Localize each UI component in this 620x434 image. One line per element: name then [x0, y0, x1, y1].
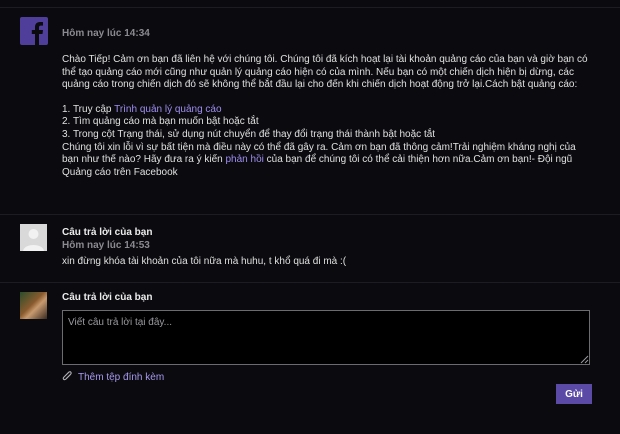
step-3: 3. Trong cột Trạng thái, sử dụng nút chu…: [62, 128, 436, 140]
reply-textarea[interactable]: [62, 310, 590, 365]
user-avatar-default: [20, 224, 47, 251]
user-avatar: [20, 292, 47, 319]
paperclip-icon: [62, 371, 72, 381]
step-1: 1. Truy cập Trình quản lý quảng cáo: [62, 103, 222, 115]
facebook-logo-icon: [20, 17, 48, 45]
reply-timestamp: Hôm nay lúc 14:53: [62, 240, 150, 251]
send-button[interactable]: Gửi: [556, 384, 592, 404]
reply-label: Câu trả lời của bạn: [62, 227, 153, 238]
resize-handle-icon[interactable]: [580, 355, 589, 364]
top-divider: [0, 7, 620, 8]
message-intro: Chào Tiếp! Cảm ơn bạn đã liên hệ với chú…: [62, 54, 588, 91]
reply-text: xin đừng khóa tài khoản của tôi nữa mà h…: [62, 256, 347, 267]
compose-label: Câu trả lời của bạn: [62, 292, 153, 303]
add-attachment-label: Thêm tệp đính kèm: [78, 371, 165, 383]
message-closing: Chúng tôi xin lỗi vì sự bất tiện mà điều…: [62, 141, 576, 178]
add-attachment-link[interactable]: Thêm tệp đính kèm: [62, 371, 164, 383]
divider: [0, 214, 620, 215]
feedback-link[interactable]: phản hồi: [226, 154, 264, 165]
step-2: 2. Tìm quảng cáo mà bạn muốn bật hoặc tắ…: [62, 116, 259, 128]
ads-manager-link[interactable]: Trình quản lý quảng cáo: [114, 104, 221, 115]
message-timestamp: Hôm nay lúc 14:34: [62, 28, 150, 39]
divider: [0, 282, 620, 283]
support-message-body: Chào Tiếp! Cảm ơn bạn đã liên hệ với chú…: [62, 54, 592, 179]
